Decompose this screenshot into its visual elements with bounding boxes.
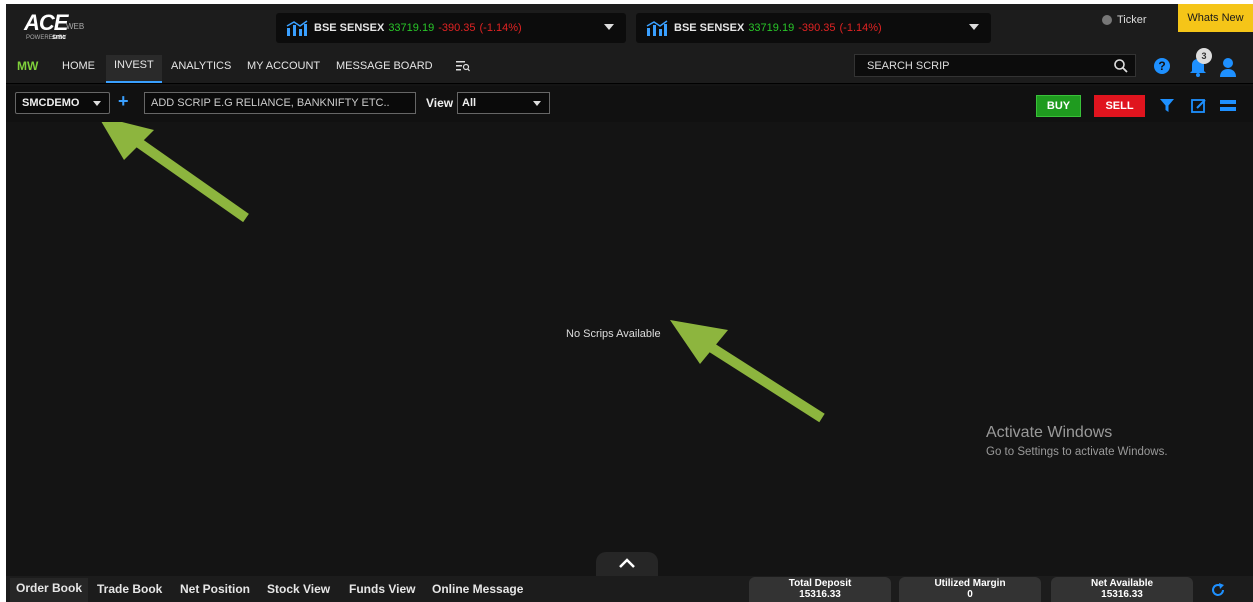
edit-icon[interactable] — [1191, 98, 1207, 114]
chevron-up-icon — [619, 558, 635, 568]
search-placeholder: SEARCH SCRIP — [867, 59, 950, 72]
annotation-arrow-icon — [101, 122, 249, 223]
view-value: All — [462, 97, 477, 109]
whats-new-button[interactable]: Whats New — [1178, 4, 1253, 32]
chevron-down-icon — [93, 101, 101, 106]
net-available-card: Net Available 15316.33 — [1051, 577, 1193, 602]
ticker-index: BSE SENSEX — [314, 22, 385, 34]
sell-button[interactable]: SELL — [1094, 95, 1145, 117]
ticker-2[interactable]: BSE SENSEX 33719.19 -390.35 (-1.14%) — [636, 13, 991, 43]
nav-my-account[interactable]: MY ACCOUNT — [247, 60, 320, 72]
chevron-down-icon[interactable] — [604, 24, 614, 30]
tab-online-message[interactable]: Online Message — [432, 582, 523, 596]
watchlist-toolbar: SMCDEMO + View All BUY SELL — [6, 86, 1253, 122]
ticker-toggle-label: Ticker — [1117, 14, 1147, 26]
ticker-percent: (-1.14%) — [479, 22, 522, 34]
user-icon[interactable] — [1218, 56, 1238, 78]
search-icon[interactable] — [1113, 58, 1129, 74]
ticker-change: -390.35 — [438, 22, 476, 34]
ticker-index: BSE SENSEX — [674, 22, 745, 34]
ticker-change: -390.35 — [798, 22, 836, 34]
watchlist-grid: No Scrips Available — [6, 122, 1253, 570]
top-header: ACE WEB POWERED BY smc BSE SENSEX 33719.… — [6, 4, 1253, 48]
logo-suffix: WEB — [66, 22, 85, 31]
logo-text: ACE — [24, 10, 68, 35]
ticker-value: 33719.19 — [388, 22, 435, 34]
add-scrip-input[interactable] — [144, 92, 416, 114]
summary-label: Utilized Margin — [934, 578, 1006, 589]
tab-funds-view[interactable]: Funds View — [349, 582, 415, 596]
view-label: View — [426, 96, 454, 110]
tab-net-position[interactable]: Net Position — [180, 582, 250, 596]
nav-mw[interactable]: MW — [17, 59, 38, 73]
chart-icon — [286, 20, 308, 36]
layout-icon[interactable] — [1220, 98, 1236, 114]
summary-value: 15316.33 — [1101, 589, 1143, 600]
activate-windows-watermark: Activate Windows Go to Settings to activ… — [986, 424, 1168, 458]
summary-value: 15316.33 — [799, 589, 841, 600]
add-watchlist-icon[interactable]: + — [118, 91, 129, 112]
search-scrip-input[interactable]: SEARCH SCRIP — [854, 54, 1136, 77]
summary-label: Total Deposit — [788, 578, 852, 589]
tab-stock-view[interactable]: Stock View — [267, 582, 330, 596]
nav-message-board[interactable]: MESSAGE BOARD — [336, 60, 433, 72]
ace-logo[interactable]: ACE WEB POWERED BY smc — [24, 10, 104, 41]
nav-home[interactable]: HOME — [62, 60, 95, 72]
annotation-arrows — [101, 122, 825, 423]
chevron-down-icon — [533, 101, 541, 106]
expand-panel-button[interactable] — [596, 552, 658, 576]
filter-icon[interactable] — [1160, 99, 1174, 113]
chevron-down-icon[interactable] — [969, 24, 979, 30]
activate-subtitle: Go to Settings to activate Windows. — [986, 446, 1168, 458]
menu-search-icon[interactable] — [456, 60, 470, 72]
watchlist-select[interactable]: SMCDEMO — [15, 92, 110, 114]
app-window: ACE WEB POWERED BY smc BSE SENSEX 33719.… — [6, 4, 1253, 602]
tab-order-book[interactable]: Order Book — [10, 578, 89, 602]
summary-label: Net Available — [1090, 578, 1154, 589]
refresh-icon[interactable] — [1210, 582, 1226, 598]
help-icon[interactable]: ? — [1154, 58, 1170, 74]
ticker-percent: (-1.14%) — [839, 22, 882, 34]
bottom-panel-tabs: Order Book Trade Book Net Position Stock… — [6, 576, 1253, 602]
activate-title: Activate Windows — [986, 424, 1113, 441]
summary-value: 0 — [967, 589, 973, 600]
chart-icon — [646, 20, 668, 36]
ticker-toggle[interactable]: Ticker — [1102, 14, 1147, 26]
notification-badge: 3 — [1196, 48, 1212, 64]
nav-analytics[interactable]: ANALYTICS — [171, 60, 231, 72]
utilized-margin-card: Utilized Margin 0 — [899, 577, 1041, 602]
buy-button[interactable]: BUY — [1036, 95, 1081, 117]
main-nav: MW HOME INVEST ANALYTICS MY ACCOUNT MESS… — [6, 48, 1253, 84]
smc-brand: smc — [52, 34, 67, 41]
ticker-1[interactable]: BSE SENSEX 33719.19 -390.35 (-1.14%) — [276, 13, 626, 43]
view-select[interactable]: All — [457, 92, 550, 114]
total-deposit-card: Total Deposit 15316.33 — [749, 577, 891, 602]
tab-trade-book[interactable]: Trade Book — [97, 582, 162, 596]
nav-invest[interactable]: INVEST — [106, 55, 162, 83]
watchlist-value: SMCDEMO — [22, 97, 80, 109]
ticker-value: 33719.19 — [748, 22, 795, 34]
annotation-arrow-icon — [670, 320, 825, 423]
toggle-dot-icon — [1102, 15, 1112, 25]
